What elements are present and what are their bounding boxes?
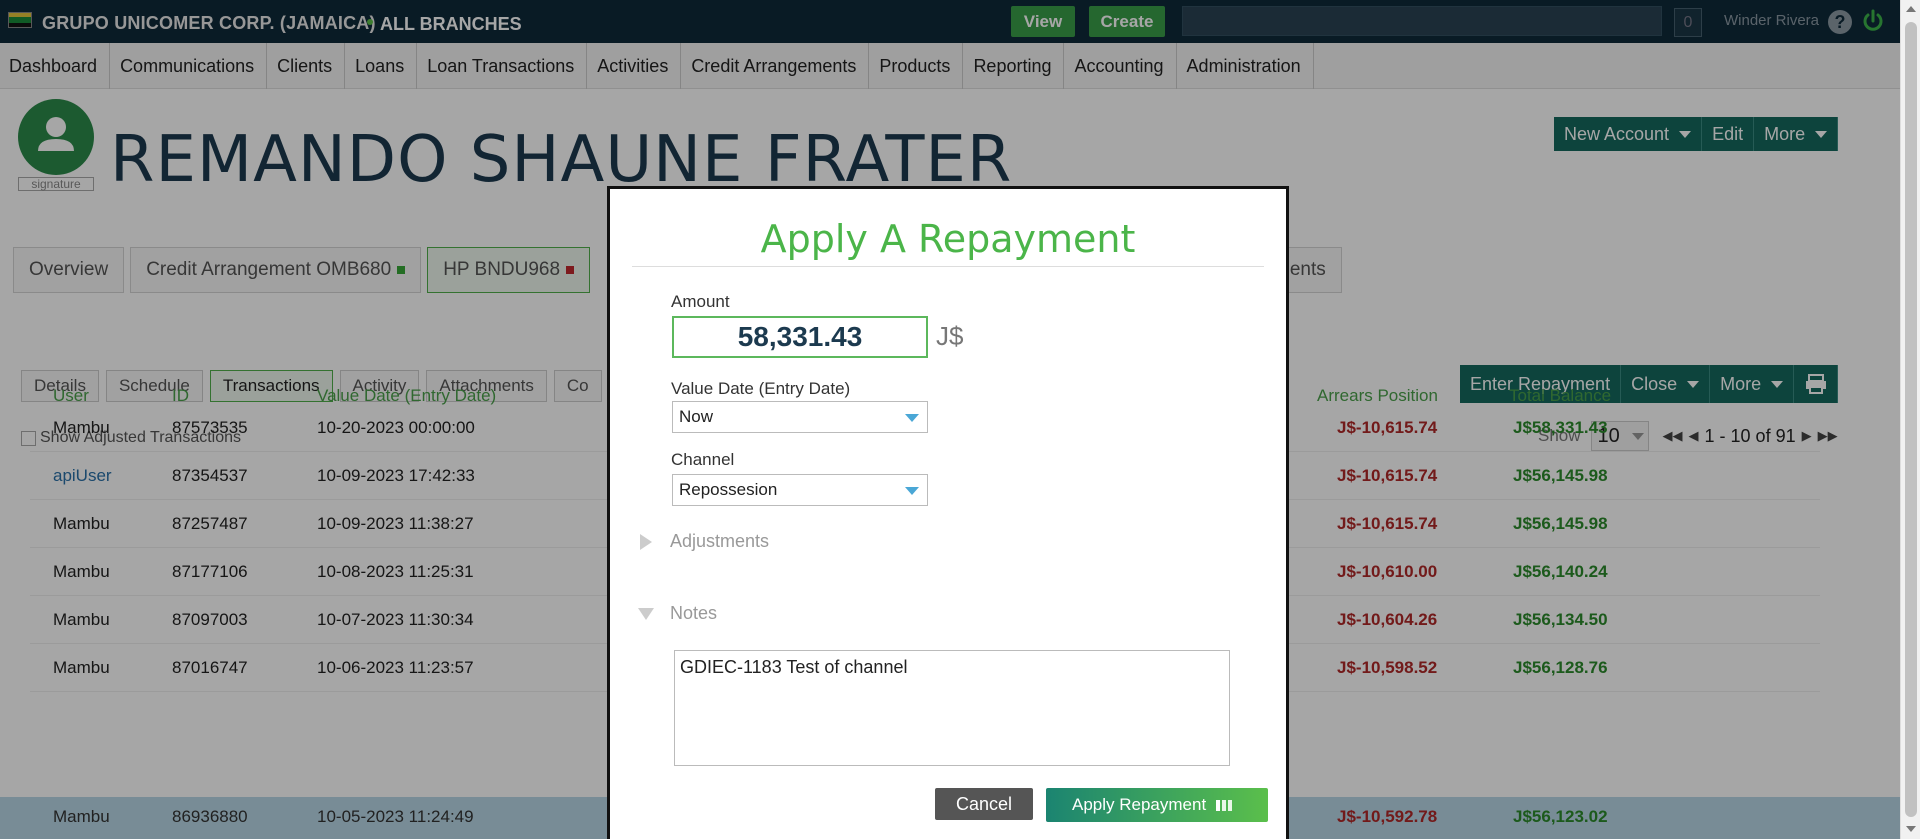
cancel-button[interactable]: Cancel — [935, 788, 1033, 820]
amount-input[interactable]: 58,331.43 — [672, 316, 928, 358]
value-date-value: Now — [679, 407, 714, 426]
amount-label: Amount — [671, 292, 730, 311]
scroll-up-icon[interactable] — [1906, 6, 1916, 12]
adjustments-label: Adjustments — [670, 531, 770, 551]
scroll-down-icon[interactable] — [1906, 826, 1916, 832]
apply-repayment-label: Apply Repayment — [1072, 795, 1207, 814]
chevron-down-icon — [638, 607, 654, 620]
chevron-down-icon — [905, 414, 919, 422]
dialog-title: Apply A Repayment — [760, 217, 1136, 261]
notes-textarea[interactable]: GDIEC-1183 Test of channel — [674, 650, 1230, 766]
scroll-thumb[interactable] — [1905, 22, 1917, 817]
channel-select[interactable]: Repossesion — [672, 474, 928, 506]
notes-toggle[interactable]: Notes — [638, 603, 718, 624]
page-scrollbar[interactable] — [1900, 0, 1920, 839]
currency-label: J$ — [936, 321, 964, 351]
channel-value: Repossesion — [679, 480, 778, 499]
apply-repayment-dialog: Apply A Repayment Amount 58,331.43 J$ Va… — [607, 186, 1289, 839]
apply-repayment-button[interactable]: Apply Repayment — [1046, 788, 1268, 822]
chevron-right-icon — [640, 533, 652, 550]
divider — [632, 266, 1264, 267]
chevron-down-icon — [905, 487, 919, 495]
adjustments-toggle[interactable]: Adjustments — [640, 531, 769, 552]
loading-spinner-icon — [1216, 799, 1233, 811]
channel-label: Channel — [671, 450, 735, 469]
value-date-select[interactable]: Now — [672, 401, 928, 433]
value-date-label: Value Date (Entry Date) — [671, 379, 851, 398]
notes-label: Notes — [670, 603, 718, 623]
